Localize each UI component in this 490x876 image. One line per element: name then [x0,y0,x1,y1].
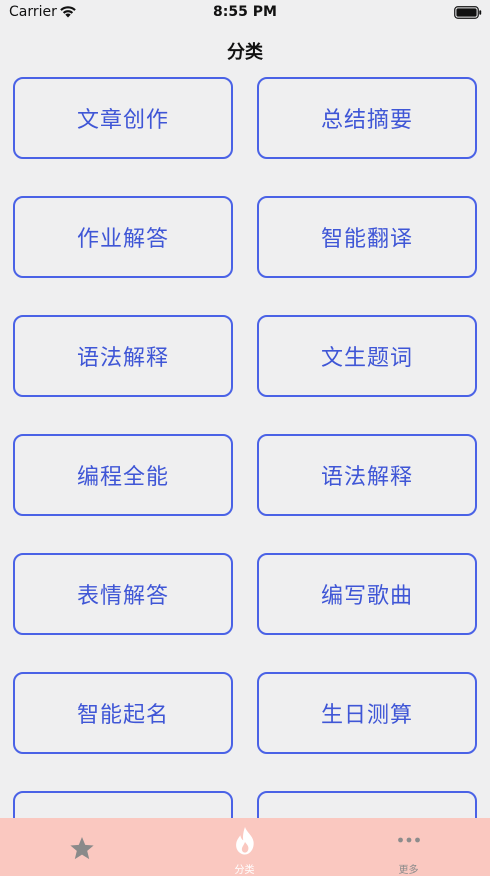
tab-label: 更多 [398,865,419,876]
category-card[interactable] [13,791,233,818]
category-card[interactable]: 编程全能 [13,434,233,516]
more-icon [397,837,420,843]
category-card[interactable]: 表情解答 [13,553,233,635]
flame-icon [235,827,254,855]
status-bar: Carrier 8:55 PM [0,0,490,26]
category-card[interactable]: 智能翻译 [257,196,477,278]
star-icon [69,837,94,860]
category-card[interactable]: 语法解释 [13,315,233,397]
screen: 文章创作 总结摘要 作业解答 智能翻译 语法解释 文生题词 编程全能 语法解释 … [0,0,490,876]
category-card[interactable]: 编写歌曲 [257,553,477,635]
tab-categories[interactable]: 分类 [163,818,326,876]
category-grid: 文章创作 总结摘要 作业解答 智能翻译 语法解释 文生题词 编程全能 语法解释 … [0,0,490,818]
category-card[interactable]: 总结摘要 [257,77,477,159]
category-card[interactable]: 作业解答 [13,196,233,278]
tab-bar: 分类 更多 [0,818,490,876]
category-card[interactable]: 语法解释 [257,434,477,516]
status-time: 8:55 PM [213,4,277,20]
category-card[interactable]: 智能起名 [13,672,233,754]
page-title: 分类 [227,42,263,63]
category-card[interactable] [257,791,477,818]
category-card[interactable]: 文章创作 [13,77,233,159]
tab-label: 分类 [234,865,255,876]
category-card[interactable]: 生日测算 [257,672,477,754]
category-card[interactable]: 文生题词 [257,315,477,397]
battery-icon [454,6,482,19]
tab-favorites[interactable] [0,818,163,876]
tab-more[interactable]: 更多 [327,818,490,876]
